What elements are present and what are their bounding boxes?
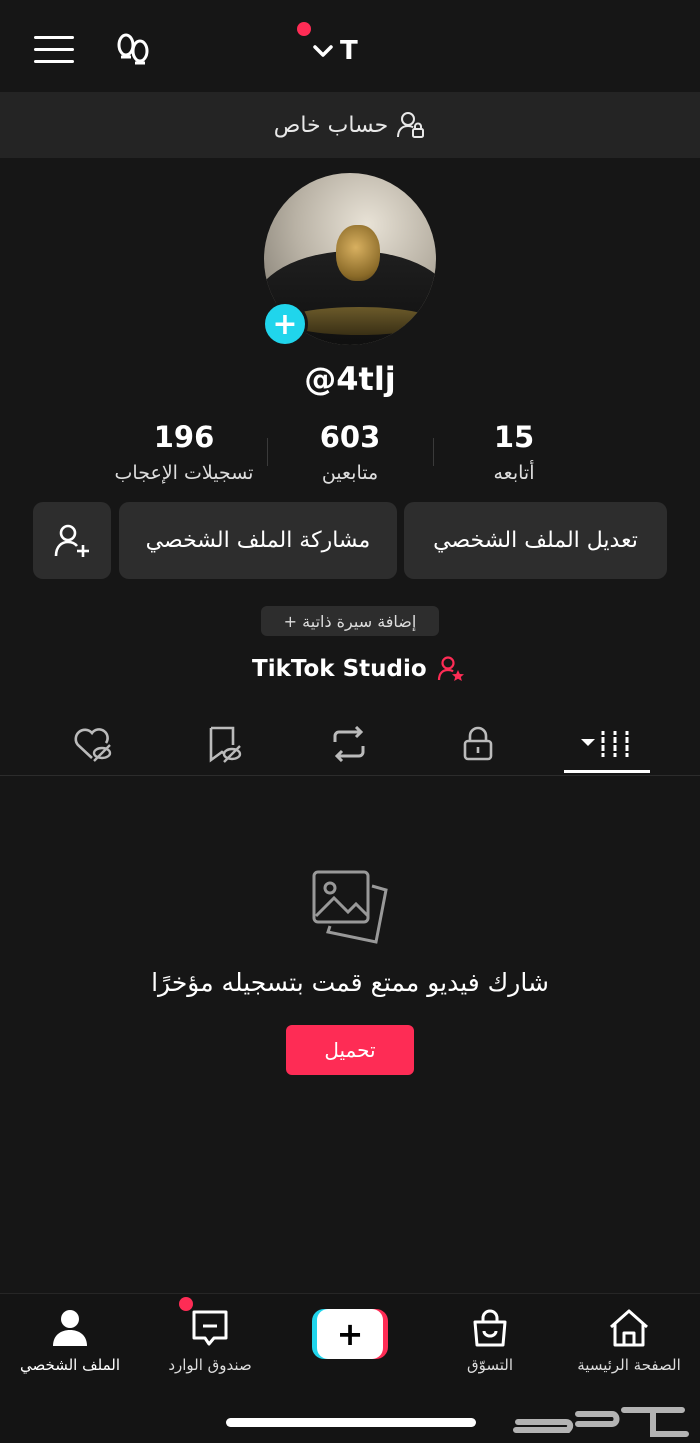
user-star-icon (437, 656, 464, 681)
repost-icon (333, 726, 365, 762)
edit-profile-button[interactable]: تعديل الملف الشخصي (404, 502, 667, 579)
nav-home[interactable]: الصفحة الرئيسية (564, 1308, 694, 1374)
nav-shop-label: التسوّق (466, 1356, 514, 1374)
nav-inbox-label: صندوق الوارد (168, 1356, 252, 1374)
plus-icon: + (336, 1315, 364, 1353)
divider (433, 438, 434, 466)
profile-icon (53, 1310, 87, 1346)
following-stat[interactable]: 15 أتابعه (434, 420, 594, 484)
following-count: 15 (493, 420, 535, 454)
inbox-notification-dot (179, 1297, 193, 1311)
chevron-down-icon (313, 45, 333, 57)
tab-favorites[interactable] (180, 712, 266, 776)
notification-dot (297, 22, 311, 36)
tab-liked[interactable] (50, 712, 136, 776)
footprint-icon[interactable] (113, 32, 153, 72)
bookmark-hidden-icon (209, 726, 242, 763)
shopping-bag-icon (473, 1309, 507, 1347)
profile-tabs (0, 712, 700, 776)
private-account-text: حساب خاص (273, 112, 389, 138)
watermark-logo (513, 1407, 689, 1437)
private-account-icon (397, 112, 425, 138)
top-bar: T (0, 0, 700, 92)
videos-grid-icon (581, 731, 630, 757)
upload-button[interactable]: تحميل (286, 1025, 414, 1075)
photos-icon (312, 870, 388, 944)
nav-home-label: الصفحة الرئيسية (577, 1356, 681, 1374)
nav-profile-label: الملف الشخصي (20, 1356, 120, 1374)
add-user-icon (54, 524, 89, 557)
followers-stat[interactable]: 603 متابعين (270, 420, 430, 484)
account-letter: T (340, 36, 358, 66)
menu-button[interactable] (34, 36, 74, 68)
tab-reposts[interactable] (306, 712, 392, 776)
tab-private[interactable] (435, 712, 521, 776)
username: @4tlj (304, 360, 396, 398)
nav-inbox[interactable]: صندوق الوارد (145, 1308, 275, 1374)
lock-icon (463, 726, 493, 761)
empty-state-message: شارك فيديو ممتع قمت بتسجيله مؤخرًا (151, 968, 549, 997)
liked-hidden-icon (74, 728, 112, 762)
tiktok-studio-label: TikTok Studio (252, 656, 427, 682)
nav-shop[interactable]: التسوّق (425, 1308, 555, 1374)
likes-label: تسجيلات الإعجاب (114, 462, 254, 484)
add-bio-button[interactable]: + إضافة سيرة ذاتية (261, 606, 439, 636)
followers-label: متابعين (321, 462, 379, 484)
tab-videos[interactable] (564, 712, 650, 776)
plus-icon: + (272, 306, 298, 342)
inbox-icon (192, 1310, 228, 1346)
tiktok-studio-link[interactable]: TikTok Studio (252, 652, 465, 686)
likes-count: 196 (153, 420, 215, 454)
private-account-banner: حساب خاص (0, 92, 700, 158)
nav-profile[interactable]: الملف الشخصي (5, 1308, 135, 1374)
account-switcher[interactable]: T (312, 34, 358, 68)
followers-count: 603 (319, 420, 381, 454)
create-button[interactable]: + (312, 1309, 388, 1359)
home-icon (610, 1309, 648, 1347)
divider (267, 438, 268, 466)
likes-stat[interactable]: 196 تسجيلات الإعجاب (104, 420, 264, 484)
following-label: أتابعه (493, 462, 535, 484)
share-profile-button[interactable]: مشاركة الملف الشخصي (119, 502, 397, 579)
add-avatar-button[interactable]: + (262, 301, 308, 347)
home-indicator[interactable] (226, 1418, 476, 1427)
add-friend-button[interactable] (33, 502, 111, 579)
active-tab-indicator (564, 770, 650, 773)
